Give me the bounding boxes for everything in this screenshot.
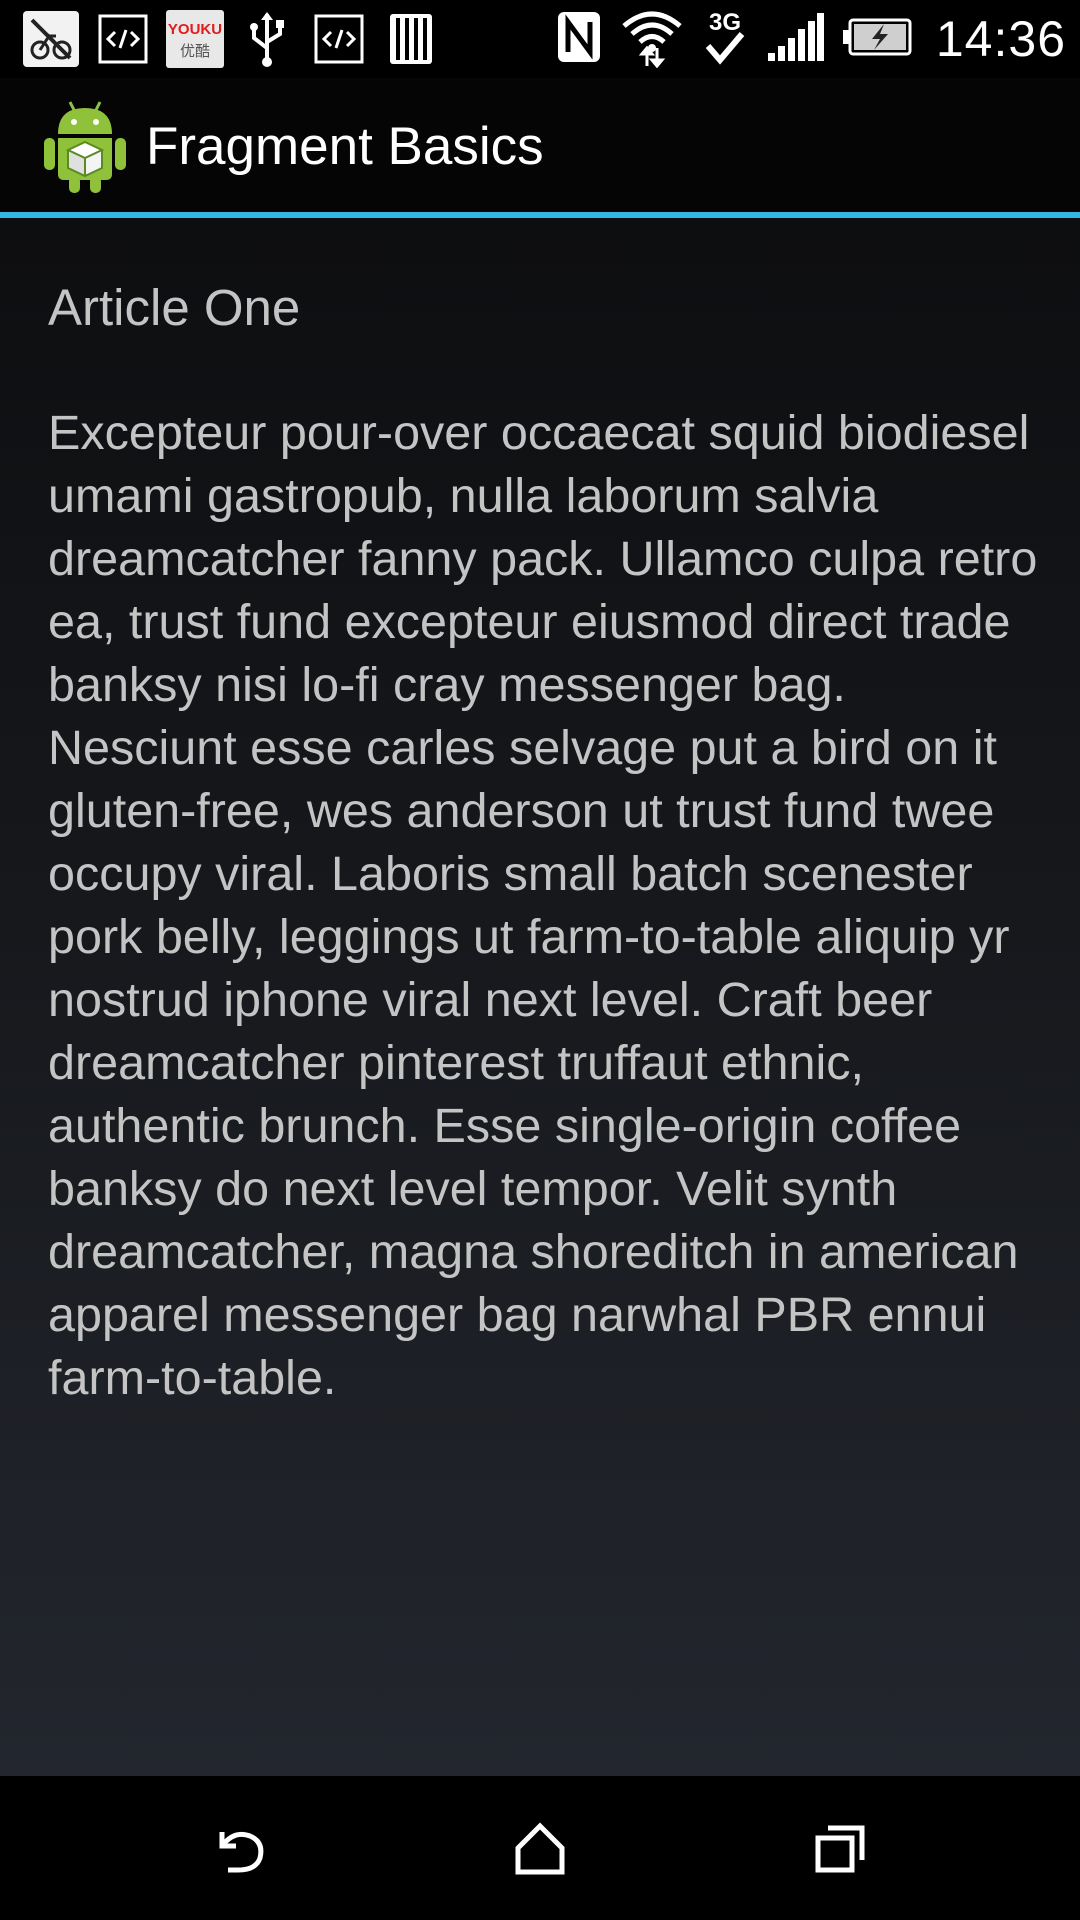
- system-icons: 3G 14:36: [556, 4, 1066, 74]
- youku-notification-icon: YOUKU 优酷: [166, 10, 224, 68]
- no-bike-notification-icon: [22, 10, 80, 68]
- recent-apps-button[interactable]: [790, 1798, 890, 1898]
- 3g-data-icon: 3G: [702, 6, 748, 73]
- article-content: Article One Excepteur pour-over occaecat…: [0, 218, 1080, 1776]
- status-bar: YOUKU 优酷 3G 14:36: [0, 0, 1080, 78]
- navigation-bar: [0, 1776, 1080, 1920]
- home-icon: [515, 1822, 565, 1875]
- battery-charging-icon: [842, 18, 912, 61]
- nfc-icon: [556, 10, 602, 69]
- wifi-icon: [620, 6, 684, 73]
- app-title: Fragment Basics: [146, 117, 544, 176]
- network-type-label: 3G: [709, 9, 741, 36]
- signal-icon: [766, 12, 824, 66]
- android-app-icon[interactable]: [42, 96, 128, 194]
- article-title: Article One: [48, 279, 301, 336]
- action-bar: Fragment Basics: [0, 78, 1080, 212]
- home-button[interactable]: [490, 1798, 590, 1898]
- notification-icons: YOUKU 优酷: [22, 8, 440, 70]
- article-body: Excepteur pour-over occaecat squid biodi…: [48, 406, 1038, 1405]
- back-button[interactable]: [190, 1798, 290, 1898]
- recent-apps-icon: [815, 1825, 865, 1873]
- youku-label-top: YOUKU: [168, 21, 222, 38]
- youku-label-bottom: 优酷: [180, 42, 210, 60]
- back-icon: [219, 1831, 264, 1873]
- status-clock: 14:36: [935, 11, 1066, 67]
- sd-card-icon: [382, 10, 440, 68]
- usb-icon: [238, 10, 296, 68]
- code-notification-icon: [310, 10, 368, 68]
- code-notification-icon: [94, 10, 152, 68]
